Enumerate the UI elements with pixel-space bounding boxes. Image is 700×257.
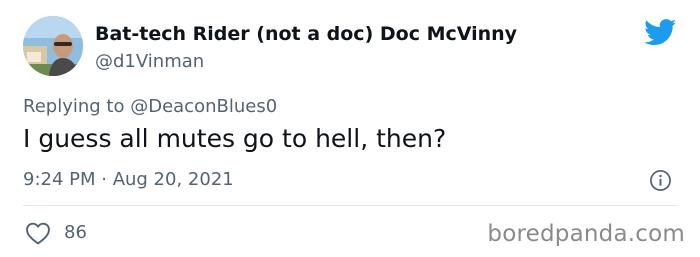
info-icon[interactable] [649,169,672,192]
watermark: boredpanda.com [487,221,685,247]
reply-mention-link[interactable]: @DeaconBlues0 [130,96,277,117]
divider [23,205,677,206]
replying-to-prefix: Replying to [23,96,131,117]
tweet-timestamp[interactable]: 9:24 PM · Aug 20, 2021 [23,169,234,190]
like-count: 86 [64,222,87,243]
display-name[interactable]: Bat-tech Rider (not a doc) Doc McVinny [95,23,517,45]
twitter-bird-icon[interactable] [644,19,677,46]
replying-to: Replying to @DeaconBlues0 [23,96,277,117]
tweet-card: Bat-tech Rider (not a doc) Doc McVinny @… [0,0,700,257]
tweet-text: I guess all mutes go to hell, then? [23,124,447,153]
avatar-photo [23,16,83,76]
heart-icon[interactable] [25,222,51,245]
avatar[interactable] [23,16,83,76]
user-handle[interactable]: @d1Vinman [95,51,204,72]
